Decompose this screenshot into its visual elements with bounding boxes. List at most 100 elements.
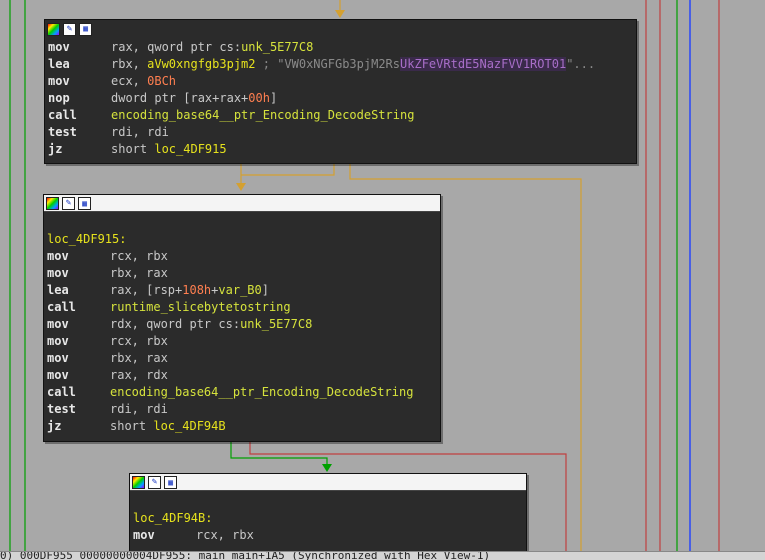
operand-reg: rdi, rdi — [111, 125, 169, 139]
operand-reg: rcx, rbx — [196, 528, 254, 542]
mnemonic: nop — [48, 91, 70, 105]
operand-sym[interactable]: var_B0 — [218, 283, 261, 297]
color-palette-icon[interactable] — [132, 476, 145, 489]
mnemonic: mov — [48, 74, 70, 88]
operand-reg: rax, — [111, 40, 148, 54]
blank-line[interactable] — [47, 214, 440, 231]
mnemonic: jz — [47, 419, 62, 433]
label-text[interactable]: loc_4DF94B: — [133, 511, 212, 525]
instruction-line[interactable]: mov rcx, rbx — [133, 527, 526, 544]
graph-view-icon[interactable]: ▦ — [164, 476, 177, 489]
instruction-line[interactable]: mov ecx, 0BCh — [48, 73, 636, 90]
block-1-lines: mov rax, qword ptr cs:unk_5E77C8 lea rbx, a… — [45, 37, 636, 158]
operand-reg: ] — [261, 283, 269, 297]
graph-view-icon[interactable]: ▦ — [78, 197, 91, 210]
operand-reg: rcx, rbx — [110, 334, 168, 348]
code-label[interactable]: loc_4DF94B: — [133, 510, 526, 527]
operand-reg: rax, rdx — [110, 368, 168, 382]
operand-reg: rax+rax+ — [190, 91, 249, 105]
instruction-line[interactable]: jz short loc_4DF94B — [47, 418, 440, 435]
instruction-line[interactable]: call runtime_slicebytetostring — [47, 299, 440, 316]
instruction-line[interactable]: mov rdx, qword ptr cs:unk_5E77C8 — [47, 316, 440, 333]
operand-str: "... — [566, 57, 596, 71]
operand-cmt: ; — [255, 57, 278, 71]
mnemonic: mov — [47, 334, 69, 348]
operand-num: 0BCh — [147, 74, 177, 88]
operand-lbl[interactable]: aVw0xngfgb3pjm2 — [147, 57, 255, 71]
operand-lbl[interactable]: loc_4DF915 — [154, 142, 226, 156]
arrow-into-block-2 — [236, 183, 246, 191]
operand-kw: qword ptr — [146, 317, 219, 331]
arrow-into-block-3 — [322, 464, 332, 472]
color-palette-icon[interactable] — [46, 197, 59, 210]
operand-strc: UkZFeVRtdE5NazFVV1ROT01 — [400, 57, 567, 71]
mnemonic: call — [47, 385, 76, 399]
instruction-line[interactable]: mov rbx, rax — [47, 265, 440, 282]
operand-reg: rbx, rax — [110, 266, 168, 280]
instruction-line[interactable]: nop dword ptr [rax+rax+00h] — [48, 90, 636, 107]
mnemonic: test — [47, 402, 76, 416]
edit-pencil-icon[interactable]: ✎ — [148, 476, 161, 489]
code-block-2[interactable]: ✎ ▦ loc_4DF915:mov rcx, rbx mov rbx, rax lea… — [43, 194, 441, 442]
block-2-titlebar: ✎ ▦ — [44, 195, 440, 212]
operand-reg: cs: — [218, 317, 241, 331]
instruction-line[interactable]: mov rax, rdx — [47, 367, 440, 384]
operand-reg: rcx, rbx — [110, 249, 168, 263]
instruction-line[interactable]: test rdi, rdi — [47, 401, 440, 418]
operand-sym[interactable]: encoding_base64__ptr_Encoding_DecodeStri… — [110, 385, 413, 399]
mnemonic: mov — [47, 351, 69, 365]
operand-kw: short — [110, 419, 154, 433]
operand-sym[interactable]: runtime_slicebytetostring — [110, 300, 291, 314]
instruction-line[interactable]: lea rbx, aVw0xngfgb3pjm2 ; "VW0xNGFGb3pjM… — [48, 56, 636, 73]
mnemonic: call — [48, 108, 77, 122]
instruction-line[interactable]: call encoding_base64__ptr_Encoding_Decode… — [47, 384, 440, 401]
operand-reg: rbx, — [111, 57, 148, 71]
graph-view-icon[interactable]: ▦ — [79, 22, 92, 36]
mnemonic: jz — [48, 142, 63, 156]
instruction-line[interactable]: call encoding_base64__ptr_Encoding_Decode… — [48, 107, 636, 124]
operand-sym[interactable]: unk_5E77C8 — [241, 40, 313, 54]
operand-reg: rax, [rsp+ — [110, 283, 183, 297]
code-label[interactable]: loc_4DF915: — [47, 231, 440, 248]
operand-sym[interactable]: encoding_base64__ptr_Encoding_DecodeStri… — [111, 108, 414, 122]
block-3-lines: loc_4DF94B:mov rcx, rbx — [130, 491, 526, 544]
operand-reg: ecx, — [111, 74, 148, 88]
instruction-line[interactable]: mov rcx, rbx — [47, 333, 440, 350]
operand-num: 108h — [182, 283, 212, 297]
instruction-line[interactable]: lea rax, [rsp+108h+var_B0] — [47, 282, 440, 299]
operand-reg: rdx, — [110, 317, 147, 331]
operand-kw: dword ptr [ — [111, 91, 191, 105]
label-text[interactable]: loc_4DF915: — [47, 232, 126, 246]
operand-kw: short — [111, 142, 155, 156]
mnemonic: lea — [47, 283, 69, 297]
color-palette-icon[interactable] — [47, 22, 60, 36]
operand-reg: rdi, rdi — [110, 402, 168, 416]
code-block-1[interactable]: ✎ ▦ mov rax, qword ptr cs:unk_5E77C8 lea rb… — [44, 19, 637, 164]
edge-block1-seg — [241, 163, 335, 176]
block-2-lines: loc_4DF915:mov rcx, rbx mov rbx, rax lea rax,… — [44, 212, 440, 435]
mnemonic: mov — [47, 249, 69, 263]
operand-kw: ] — [269, 91, 278, 105]
mnemonic: mov — [47, 368, 69, 382]
operand-reg: rbx, rax — [110, 351, 168, 365]
instruction-line[interactable]: jz short loc_4DF915 — [48, 141, 636, 158]
operand-reg: cs: — [219, 40, 242, 54]
operand-sym[interactable]: unk_5E77C8 — [240, 317, 312, 331]
operand-num: 00h — [248, 91, 270, 105]
mnemonic: mov — [47, 266, 69, 280]
edit-pencil-icon[interactable]: ✎ — [63, 22, 76, 36]
code-block-3[interactable]: ✎ ▦ loc_4DF94B:mov rcx, rbx — [129, 473, 527, 553]
instruction-line[interactable]: mov rcx, rbx — [47, 248, 440, 265]
block-1-titlebar: ✎ ▦ — [45, 20, 636, 37]
block-3-titlebar: ✎ ▦ — [130, 474, 526, 491]
instruction-line[interactable]: mov rbx, rax — [47, 350, 440, 367]
mnemonic: test — [48, 125, 77, 139]
operand-lbl[interactable]: loc_4DF94B — [153, 419, 225, 433]
arrow-into-block-1 — [335, 10, 345, 18]
instruction-line[interactable]: test rdi, rdi — [48, 124, 636, 141]
blank-line[interactable] — [133, 493, 526, 510]
mnemonic: mov — [133, 528, 155, 542]
edit-pencil-icon[interactable]: ✎ — [62, 197, 75, 210]
instruction-line[interactable]: mov rax, qword ptr cs:unk_5E77C8 — [48, 39, 636, 56]
mnemonic: mov — [48, 40, 70, 54]
